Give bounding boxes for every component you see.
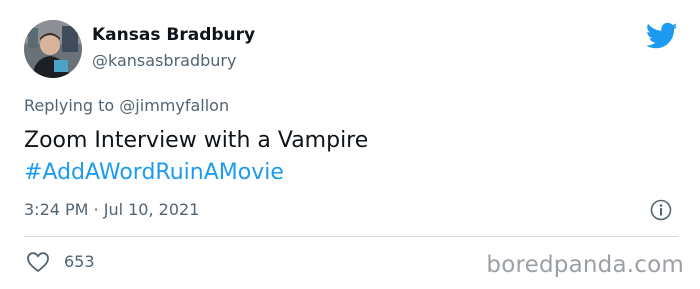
twitter-bird-icon[interactable] <box>646 22 678 50</box>
reply-context: Replying to @jimmyfallon <box>24 96 229 115</box>
watermark: boredpanda.com <box>486 252 684 278</box>
reply-mention-link[interactable]: @jimmyfallon <box>119 96 229 115</box>
avatar-photo <box>24 20 82 78</box>
author-handle[interactable]: @kansasbradbury <box>92 51 236 70</box>
divider <box>24 236 678 237</box>
heart-icon[interactable] <box>26 251 50 273</box>
like-count: 653 <box>64 252 95 271</box>
avatar[interactable] <box>24 20 82 78</box>
tweet-timestamp[interactable]: 3:24 PM · Jul 10, 2021 <box>24 200 199 219</box>
info-icon[interactable] <box>650 199 672 221</box>
tweet-text: Zoom Interview with a Vampire <box>24 128 369 153</box>
tweet-body: Zoom Interview with a Vampire #AddAWordR… <box>24 125 368 189</box>
author-display-name[interactable]: Kansas Bradbury <box>92 25 255 45</box>
reply-prefix: Replying to <box>24 96 115 115</box>
hashtag-link[interactable]: #AddAWordRuinAMovie <box>24 157 368 189</box>
